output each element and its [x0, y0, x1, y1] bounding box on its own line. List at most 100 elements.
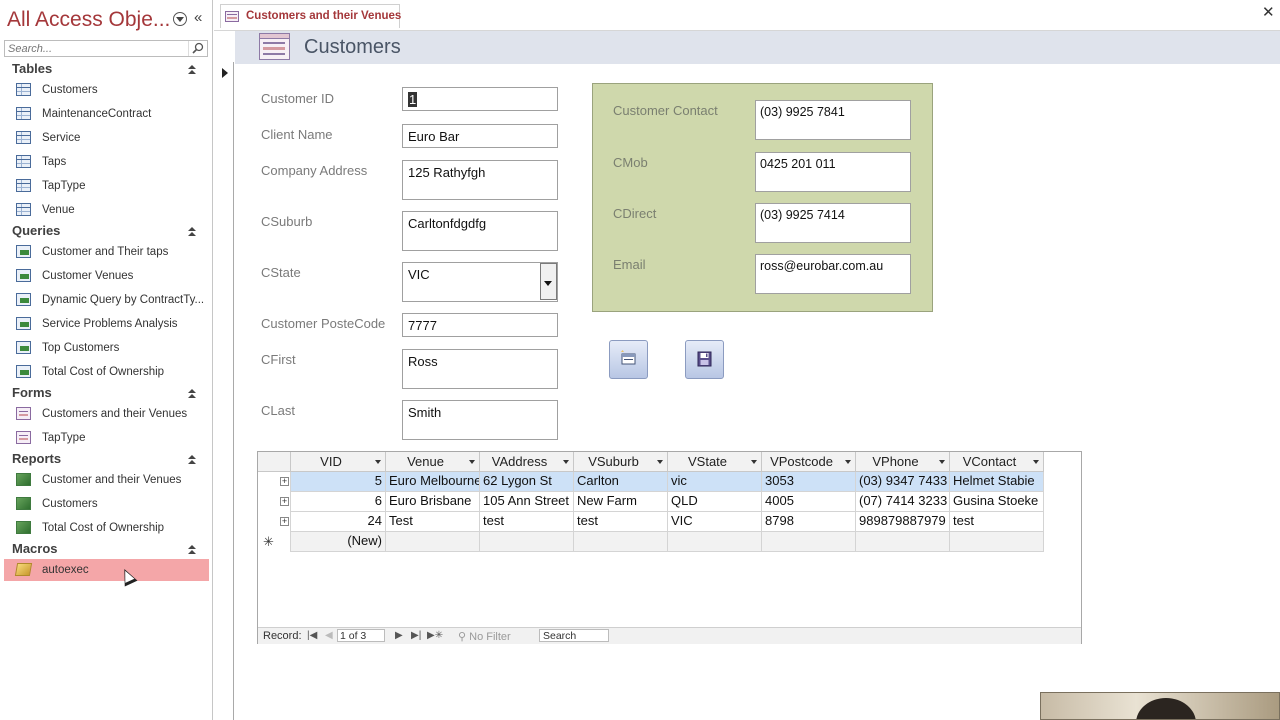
cell-vpostcode[interactable]: 8798 — [762, 512, 856, 532]
tab-customers-and-their-venues[interactable]: Customers and their Venues — [220, 4, 401, 28]
current-record-input[interactable]: 1 of 3 — [337, 629, 385, 642]
nav-pane-title[interactable]: All Access Obje... — [7, 8, 170, 32]
nav-item-table-taptype[interactable]: TapType — [4, 175, 209, 197]
sort-filter-dropdown-icon[interactable] — [939, 460, 945, 464]
select-all-corner[interactable] — [258, 452, 291, 472]
nav-group-reports[interactable]: Reports — [12, 450, 61, 468]
nav-item-form-customers-and-their-venues[interactable]: Customers and their Venues — [4, 403, 209, 425]
expand-icon[interactable]: + — [280, 517, 289, 526]
nav-item-table-venue[interactable]: Venue — [4, 199, 209, 221]
sort-filter-dropdown-icon[interactable] — [845, 460, 851, 464]
csuburb-field[interactable]: Carltonfdgdfg — [402, 211, 558, 251]
nav-pane-collapse-icon[interactable]: « — [194, 10, 202, 26]
nav-item-table-service[interactable]: Service — [4, 127, 209, 149]
cfirst-field[interactable]: Ross — [402, 349, 558, 389]
cell-vpostcode[interactable]: 4005 — [762, 492, 856, 512]
nav-item-query-top-customers[interactable]: Top Customers — [4, 337, 209, 359]
sort-filter-dropdown-icon[interactable] — [1033, 460, 1039, 464]
new-row-cell-venue[interactable] — [386, 532, 480, 552]
sort-filter-dropdown-icon[interactable] — [375, 460, 381, 464]
row-selector[interactable]: ✳ — [258, 532, 291, 552]
cell-vcontact[interactable]: Gusina Stoeke — [950, 492, 1044, 512]
column-header-vcontact[interactable]: VContact — [950, 452, 1044, 472]
expand-icon[interactable]: + — [280, 477, 289, 486]
nav-item-report-total-cost-of-ownership[interactable]: Total Cost of Ownership — [4, 517, 209, 539]
email-field[interactable]: ross@eurobar.com.au — [755, 254, 911, 294]
search-icon[interactable] — [188, 41, 207, 56]
new-row-cell-vphone[interactable] — [856, 532, 950, 552]
new-row-cell-vpostcode[interactable] — [762, 532, 856, 552]
nav-item-form-taptype[interactable]: TapType — [4, 427, 209, 449]
cell-vsuburb[interactable]: test — [574, 512, 668, 532]
nav-item-report-customers[interactable]: Customers — [4, 493, 209, 515]
cell-venue[interactable]: Euro Brisbane — [386, 492, 480, 512]
close-icon[interactable]: ✕ — [1262, 5, 1275, 20]
expand-icon[interactable]: + — [280, 497, 289, 506]
nav-group-queries[interactable]: Queries — [12, 222, 60, 240]
nav-item-query-customer-and-their-taps[interactable]: Customer and Their taps — [4, 241, 209, 263]
nav-item-report-customer-and-their-venues[interactable]: Customer and their Venues — [4, 469, 209, 491]
column-header-vaddress[interactable]: VAddress — [480, 452, 574, 472]
cell-venue[interactable]: Euro Melbourne — [386, 472, 480, 492]
no-filter-button[interactable]: ⚲ No Filter — [458, 630, 511, 643]
nav-item-table-customers[interactable]: Customers — [4, 79, 209, 101]
nav-pane-menu-icon[interactable] — [173, 12, 187, 26]
cell-vphone[interactable]: (03) 9347 7433 — [856, 472, 950, 492]
sort-filter-dropdown-icon[interactable] — [657, 460, 663, 464]
cmob-field[interactable]: 0425 201 011 — [755, 152, 911, 192]
cell-vphone[interactable]: (07) 7414 3233 — [856, 492, 950, 512]
cell-vstate[interactable]: VIC — [668, 512, 762, 532]
collapse-group-icon[interactable] — [186, 64, 198, 76]
cell-vstate[interactable]: QLD — [668, 492, 762, 512]
table-row-new[interactable]: ✳ (New) — [258, 532, 1044, 552]
table-row[interactable]: +24 Test test test VIC 8798 989879887979 test — [258, 512, 1044, 532]
column-header-venue[interactable]: Venue — [386, 452, 480, 472]
column-header-vstate[interactable]: VState — [668, 452, 762, 472]
new-row-cell-vid[interactable]: (New) — [291, 532, 386, 552]
customer-contact-field[interactable]: (03) 9925 7841 — [755, 100, 911, 140]
collapse-group-icon[interactable] — [186, 226, 198, 238]
cell-vcontact[interactable]: test — [950, 512, 1044, 532]
cell-vaddress[interactable]: 62 Lygon St — [480, 472, 574, 492]
cell-vpostcode[interactable]: 3053 — [762, 472, 856, 492]
cell-vid[interactable]: 6 — [291, 492, 386, 512]
cell-vid[interactable]: 5 — [291, 472, 386, 492]
previous-record-icon[interactable]: ◀ — [325, 630, 333, 641]
sort-filter-dropdown-icon[interactable] — [563, 460, 569, 464]
table-row[interactable]: +5 Euro Melbourne 62 Lygon St Carlton vic 305… — [258, 472, 1044, 492]
sort-filter-dropdown-icon[interactable] — [751, 460, 757, 464]
save-record-button[interactable] — [685, 340, 724, 379]
nav-group-tables[interactable]: Tables — [12, 60, 52, 78]
first-record-icon[interactable]: |◀ — [307, 630, 317, 641]
collapse-group-icon[interactable] — [186, 388, 198, 400]
collapse-group-icon[interactable] — [186, 454, 198, 466]
client-name-field[interactable]: Euro Bar — [402, 124, 558, 148]
cell-venue[interactable]: Test — [386, 512, 480, 532]
nav-search-box[interactable] — [4, 40, 208, 57]
new-record-button[interactable] — [609, 340, 648, 379]
nav-item-macro-autoexec[interactable]: autoexec — [4, 559, 209, 581]
row-selector[interactable]: + — [258, 512, 291, 532]
sort-filter-dropdown-icon[interactable] — [469, 460, 475, 464]
company-address-field[interactable]: 125 Rathyfgh — [402, 160, 558, 200]
new-record-nav-icon[interactable]: ▶✳ — [427, 630, 443, 641]
chevron-down-icon[interactable] — [540, 263, 557, 300]
column-header-vid[interactable]: VID — [291, 452, 386, 472]
nav-item-query-dynamic-query[interactable]: Dynamic Query by ContractTy... — [4, 289, 209, 311]
cell-vphone[interactable]: 989879887979 — [856, 512, 950, 532]
cell-vstate[interactable]: vic — [668, 472, 762, 492]
new-row-cell-vstate[interactable] — [668, 532, 762, 552]
cell-vsuburb[interactable]: Carlton — [574, 472, 668, 492]
column-header-vpostcode[interactable]: VPostcode — [762, 452, 856, 472]
customer-id-field[interactable]: 1 — [402, 87, 558, 111]
nav-item-query-service-problems-analysis[interactable]: Service Problems Analysis — [4, 313, 209, 335]
new-row-cell-vcontact[interactable] — [950, 532, 1044, 552]
nav-item-table-maintenancecontract[interactable]: MaintenanceContract — [4, 103, 209, 125]
next-record-icon[interactable]: ▶ — [395, 630, 403, 641]
nav-group-macros[interactable]: Macros — [12, 540, 58, 558]
collapse-group-icon[interactable] — [186, 544, 198, 556]
cell-vid[interactable]: 24 — [291, 512, 386, 532]
nav-item-table-taps[interactable]: Taps — [4, 151, 209, 173]
nav-group-forms[interactable]: Forms — [12, 384, 52, 402]
nav-search-input[interactable] — [8, 42, 188, 55]
